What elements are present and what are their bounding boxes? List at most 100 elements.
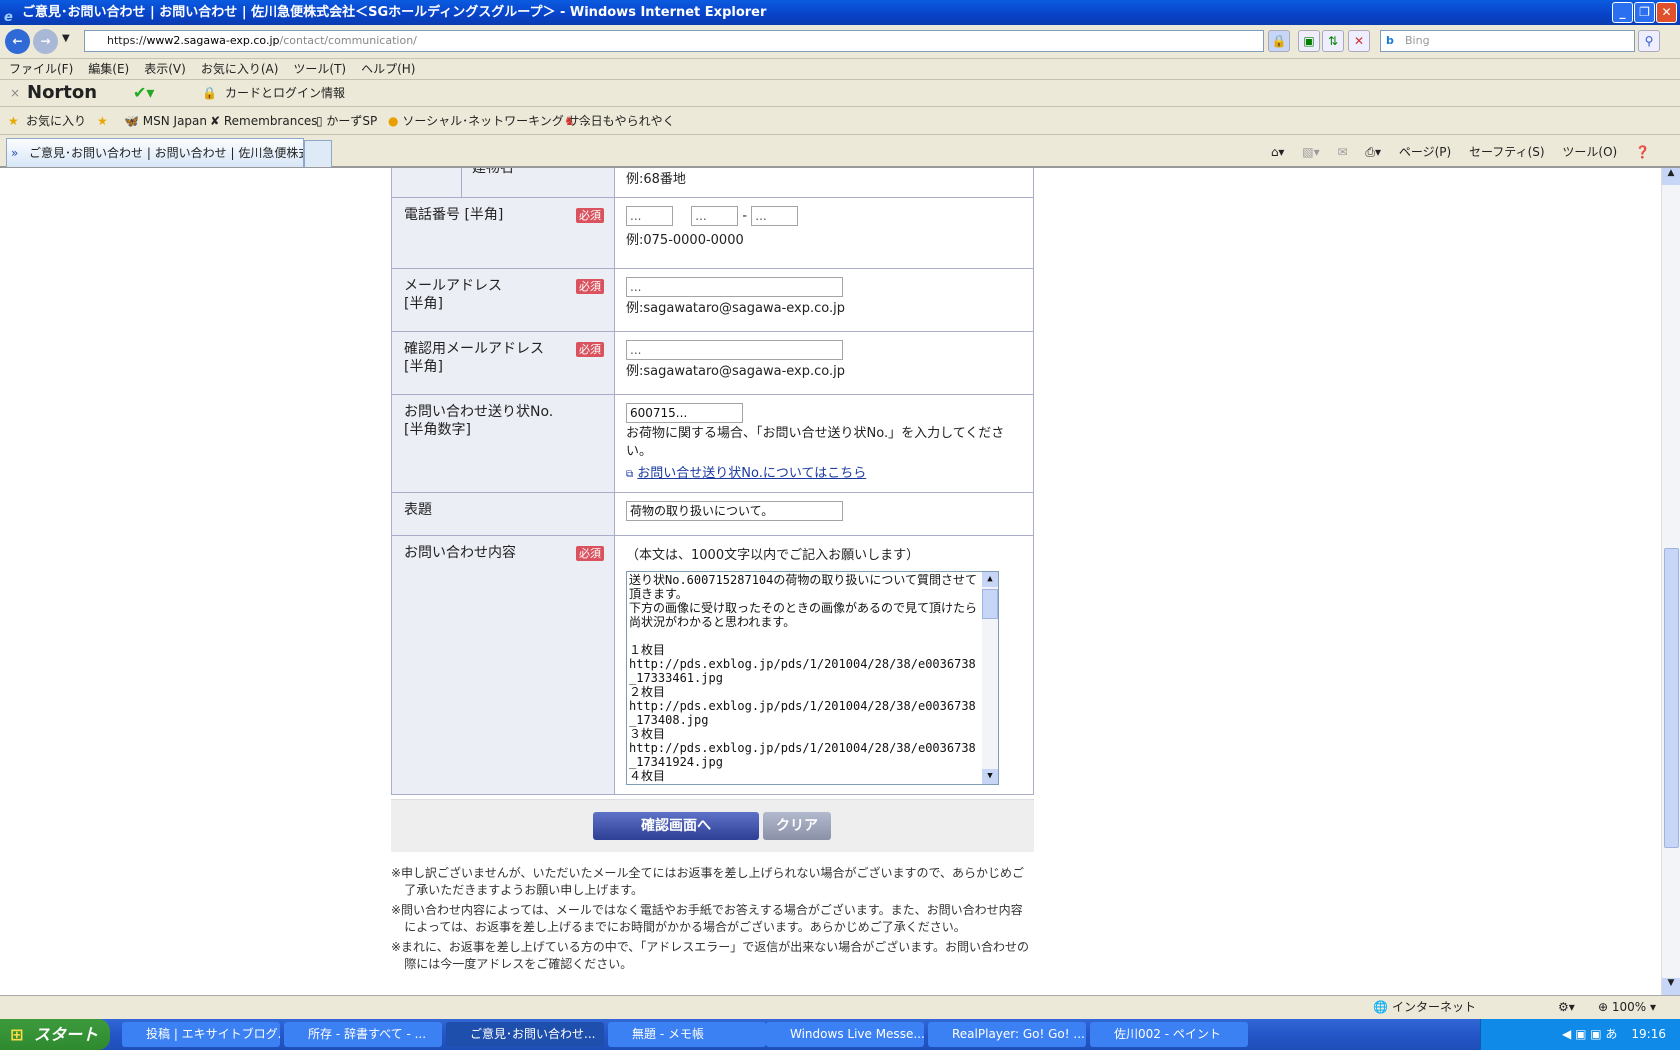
note: ※まれに、お返事を差し上げている方の中で、「アドレスエラー」で返信が出来ない場合… [391, 940, 1030, 971]
refresh-icon[interactable]: ⇅ [1322, 30, 1344, 52]
add-favorite-icon[interactable]: ★ [97, 107, 108, 135]
lock-icon[interactable]: 🔒 [1268, 30, 1290, 52]
new-tab-button[interactable] [304, 140, 332, 167]
body-label: お問い合わせ内容 [404, 545, 516, 561]
clock: 19:16 [1631, 1027, 1666, 1041]
search-input[interactable]: b Bing [1380, 30, 1635, 52]
menu-tools[interactable]: ツール(T) [293, 62, 346, 76]
email-input[interactable]: ... [626, 277, 843, 297]
required-badge: 必須 [576, 208, 604, 223]
building-label: 建物名 [472, 168, 514, 176]
feeds-icon[interactable]: ▧▾ [1302, 145, 1319, 159]
row-building: 建物名 例:68番地 [391, 168, 1034, 198]
fav-item-social[interactable]: ● ソーシャル･ネットワーキング サ... [388, 107, 591, 135]
stop-icon[interactable]: ✕ [1348, 30, 1370, 52]
close-button[interactable]: ✕ [1656, 2, 1677, 23]
menu-edit[interactable]: 編集(E) [88, 62, 129, 76]
close-toolbar-icon[interactable]: × [10, 80, 20, 106]
help-icon[interactable]: ❓ [1635, 145, 1650, 159]
scroll-down-icon[interactable]: ▼ [1662, 978, 1680, 995]
task-notepad[interactable]: 無題 - メモ帳 [608, 1022, 766, 1047]
clear-button[interactable]: クリア [763, 812, 831, 840]
invoice-label: お問い合わせ送り状No. [404, 404, 554, 420]
fav-item-remembrances[interactable]: ✘ Remembrances [210, 107, 318, 135]
mail-icon[interactable]: ✉ [1337, 145, 1347, 159]
required-badge: 必須 [576, 342, 604, 357]
menu-favorites[interactable]: お気に入り(A) [201, 62, 279, 76]
lock-icon: 🔒 [202, 86, 217, 100]
fav-icon: ♞ [564, 114, 575, 128]
safety-menu[interactable]: セーフティ(S) [1469, 145, 1545, 159]
forward-button[interactable]: → [33, 29, 58, 54]
protected-mode-icon[interactable]: ⚙▾ [1558, 996, 1575, 1019]
restore-button[interactable]: ❐ [1634, 2, 1655, 23]
phone-input-1[interactable]: ... [626, 206, 673, 226]
contact-form: 建物名 例:68番地 電話番号 [半角] 必須 ... ... - ... 例:0… [391, 168, 1034, 795]
scroll-thumb[interactable] [1664, 548, 1679, 848]
zoom-level[interactable]: ⊕ 100% ▾ [1598, 996, 1656, 1019]
email-confirm-input[interactable]: ... [626, 340, 843, 360]
tab-current[interactable]: » ご意見･お問い合わせ | お問い合わせ | 佐川急便株式... [6, 138, 304, 167]
page-menu[interactable]: ページ(P) [1399, 145, 1451, 159]
scroll-up-icon[interactable]: ▲ [982, 572, 998, 587]
invoice-input[interactable]: 600715... [626, 403, 743, 423]
phone-input-2[interactable]: ... [691, 206, 739, 226]
row-invoice: お問い合わせ送り状No. [半角数字] 600715... お荷物に関する場合、「… [391, 394, 1034, 493]
favorites-button[interactable]: お気に入り [26, 107, 86, 135]
menu-file[interactable]: ファイル(F) [9, 62, 73, 76]
globe-icon: 🌐 [1373, 1000, 1388, 1014]
task-realplayer[interactable]: RealPlayer: Go! Go! ... [928, 1022, 1086, 1047]
row-email: メールアドレス [半角] 必須 ... 例:sagawataro@sagawa-exp… [391, 268, 1034, 332]
window-title: ご意見･お問い合わせ | お問い合わせ | 佐川急便株式会社＜SGホールディング… [22, 5, 767, 20]
textarea-scrollbar[interactable]: ▲ ▼ [982, 572, 998, 784]
tools-menu[interactable]: ツール(O) [1562, 145, 1617, 159]
required-badge: 必須 [576, 546, 604, 561]
fav-item-kyoumo[interactable]: ♞ 今日もやられやく [564, 107, 675, 135]
button-area: 確認画面へ クリア [391, 799, 1034, 852]
phone-input-3[interactable]: ... [751, 206, 799, 226]
address-row: ← → ▼ https://www2.sagawa-exp.co.jp/cont… [0, 25, 1680, 58]
scroll-up-icon[interactable]: ▲ [1662, 168, 1680, 185]
task-excite-blog[interactable]: 投稿 | エキサイトブログ... [122, 1022, 280, 1047]
recent-pages-dropdown[interactable]: ▼ [62, 33, 70, 44]
subject-input[interactable]: 荷物の取り扱いについて。 [626, 501, 843, 521]
fav-item-kazusp[interactable]: ▯ かーずSP [316, 107, 377, 135]
norton-logo[interactable]: Norton [27, 80, 97, 106]
home-icon[interactable]: ⌂▾ [1271, 145, 1285, 159]
scroll-down-icon[interactable]: ▼ [982, 769, 998, 784]
mixi-icon: ● [388, 114, 399, 128]
fav-item-msn[interactable]: 🦋 MSN Japan [124, 107, 207, 135]
back-button[interactable]: ← [5, 29, 30, 54]
minimize-button[interactable]: _ [1612, 2, 1633, 23]
invoice-info-link[interactable]: お問い合せ送り状No.についてはこちら [637, 466, 866, 481]
start-button[interactable]: ⊞ スタート [0, 1019, 110, 1050]
scroll-thumb[interactable] [982, 589, 998, 619]
row-subject: 表題 荷物の取り扱いについて。 [391, 492, 1034, 536]
check-icon[interactable]: ✔▾ [133, 80, 154, 106]
task-dictionary[interactable]: 所存 - 辞書すべて - ... [284, 1022, 442, 1047]
command-bar: ⌂▾ ▧▾ ✉ ⎙▾ ページ(P) セーフティ(S) ツール(O) ❓ [1257, 141, 1650, 163]
norton-toolbar: × Norton ✔▾ 🔒 カードとログイン情報 [0, 79, 1680, 106]
menu-view[interactable]: 表示(V) [144, 62, 186, 76]
note: ※申し訳ございませんが、いただいたメール全てにはお返事を差し上げられない場合がご… [391, 866, 1024, 897]
search-icon[interactable]: ⚲ [1638, 30, 1660, 52]
phone-label: 電話番号 [半角] [404, 207, 504, 223]
task-contact-ie[interactable]: ご意見･お問い合わせ... [446, 1022, 604, 1047]
email-confirm-example: 例:sagawataro@sagawa-exp.co.jp [626, 364, 845, 379]
confirm-button[interactable]: 確認画面へ [593, 812, 759, 840]
print-icon[interactable]: ⎙▾ [1365, 145, 1381, 159]
star-icon: ★ [8, 114, 19, 128]
taskbar: ⊞ スタート 投稿 | エキサイトブログ... 所存 - 辞書すべて - ... … [0, 1019, 1680, 1050]
menu-help[interactable]: ヘルプ(H) [361, 62, 415, 76]
address-bar[interactable]: https://www2.sagawa-exp.co.jp/contact/co… [84, 30, 1264, 52]
tray-icons[interactable]: ◀ ▣ ▣ あ [1562, 1027, 1617, 1041]
page-scrollbar[interactable]: ▲ ▼ [1661, 168, 1680, 995]
body-textarea[interactable]: 送り状No.600715287104の荷物の取り扱いについて質問させて頂きます。… [626, 571, 999, 785]
identity-safe-button[interactable]: カードとログイン情報 [225, 80, 345, 106]
building-example: 例:68番地 [626, 172, 686, 187]
subject-label: 表題 [404, 502, 432, 518]
title-bar: e ご意見･お問い合わせ | お問い合わせ | 佐川急便株式会社＜SGホールディ… [0, 0, 1680, 25]
task-messenger[interactable]: Windows Live Messe... [766, 1022, 924, 1047]
task-paint[interactable]: 佐川002 - ペイント [1090, 1022, 1248, 1047]
compatibility-icon[interactable]: ▣ [1298, 30, 1320, 52]
